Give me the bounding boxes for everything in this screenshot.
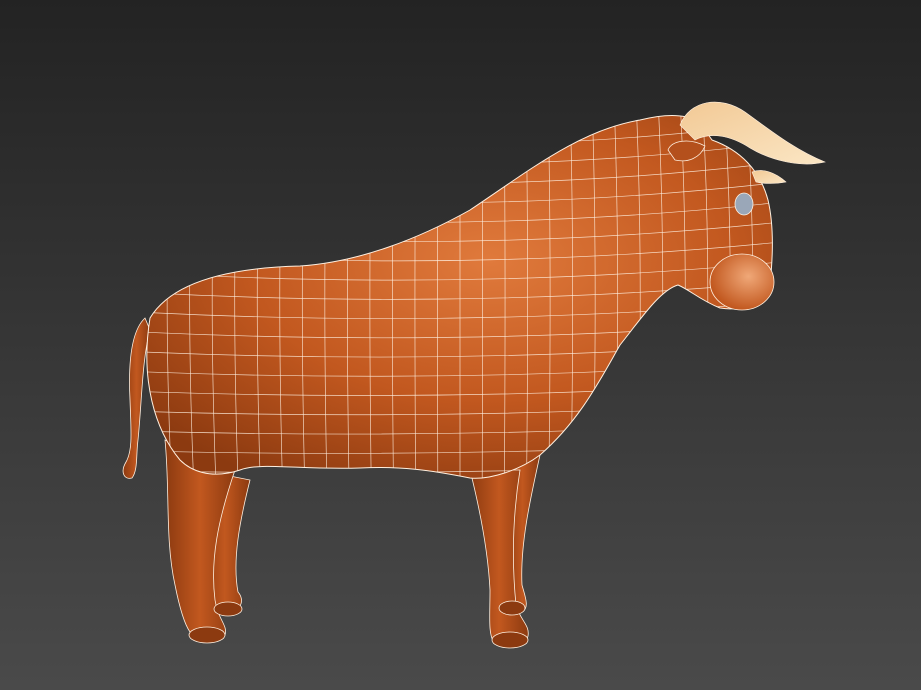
hoof-front-far	[498, 600, 526, 616]
bull-eye	[734, 192, 754, 216]
hoof-back-near	[188, 626, 226, 644]
wireframe-line	[780, 100, 798, 660]
tail-mesh	[122, 317, 151, 479]
hoof-back-far	[213, 601, 243, 617]
3d-viewport[interactable]	[0, 0, 921, 690]
bull-muzzle	[709, 253, 775, 311]
hoof-front-near	[491, 631, 529, 649]
bull-horn-far	[751, 170, 787, 184]
bull-model-render[interactable]	[0, 0, 921, 690]
